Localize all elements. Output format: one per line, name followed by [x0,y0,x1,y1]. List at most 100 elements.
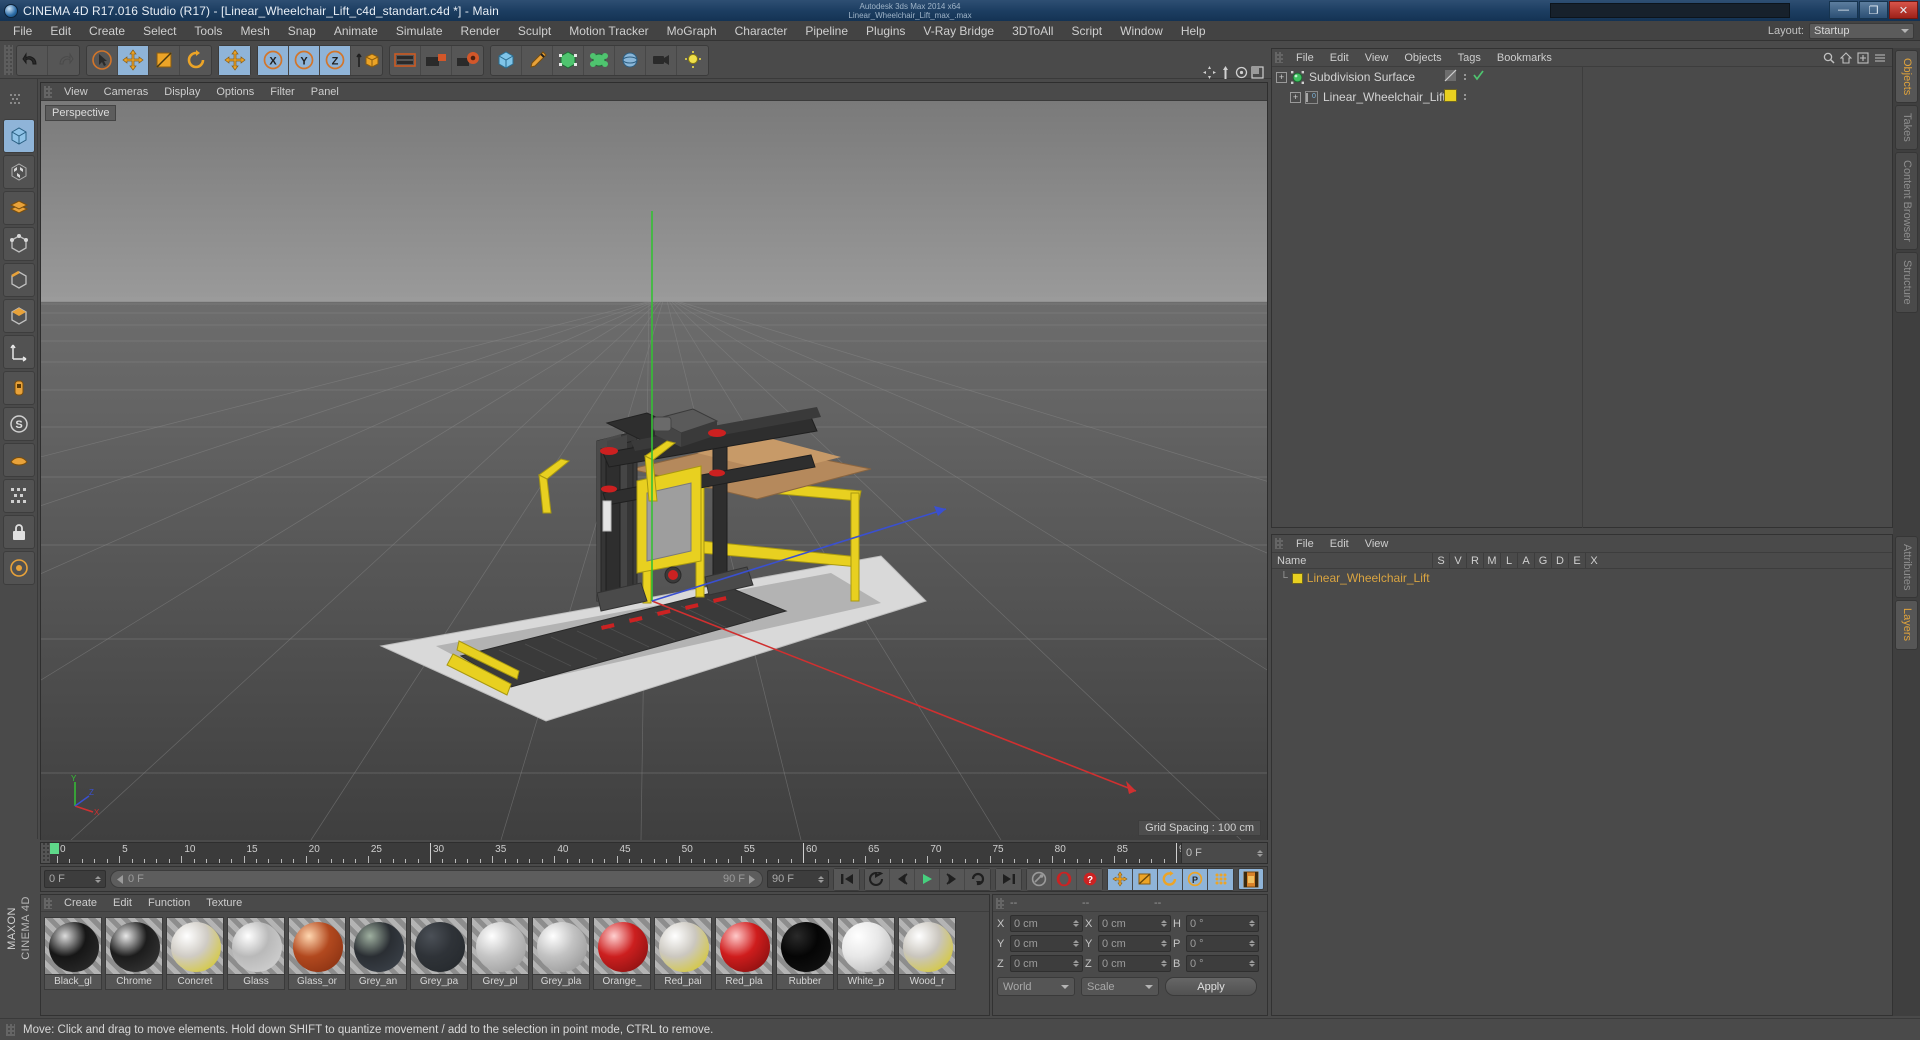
material-preview[interactable] [837,917,895,975]
current-frame-input[interactable]: 0 F [44,870,106,888]
live-selection-tool[interactable] [87,45,118,75]
menu-window[interactable]: Window [1111,22,1172,40]
pan-icon[interactable] [1203,66,1216,79]
coord-input-size-z[interactable]: 0 cm [1098,955,1171,972]
layer-menu-file[interactable]: File [1288,537,1322,551]
layer-column-m[interactable]: M [1483,552,1500,569]
material-preview[interactable] [166,917,224,975]
key-point-level-button[interactable] [1208,868,1233,890]
viewport-grip[interactable] [44,85,52,98]
menu-create[interactable]: Create [80,22,134,40]
material-item[interactable]: Chrome [105,917,163,990]
viewport-menu-display[interactable]: Display [156,85,208,99]
lock-x-axis-button[interactable]: X [258,45,289,75]
object-row[interactable]: + Subdivision Surface [1272,67,1582,87]
material-item[interactable]: Grey_pa [410,917,468,990]
viewport-menu-view[interactable]: View [56,85,96,99]
layer-menu-edit[interactable]: Edit [1322,537,1357,551]
object-material-swatch[interactable] [1444,89,1457,105]
close-button[interactable]: ✕ [1889,1,1918,19]
coord-input-position-z[interactable]: 0 cm [1010,955,1083,972]
rotate-tool[interactable] [180,46,211,75]
apply-button[interactable]: Apply [1165,977,1257,996]
render-view-button[interactable] [390,45,421,75]
status-grip[interactable] [6,1023,15,1036]
texture-mode-button[interactable] [2,155,35,189]
menu-file[interactable]: File [4,22,41,40]
edge-mode-button[interactable] [2,263,35,297]
material-preview[interactable] [532,917,590,975]
menu-snap[interactable]: Snap [279,22,325,40]
play-reverse-button[interactable] [865,868,890,890]
menu-animate[interactable]: Animate [325,22,387,40]
coord-spinner[interactable] [1249,940,1255,947]
object-manager-grip[interactable] [1275,52,1283,63]
coord-spinner[interactable] [1249,960,1255,967]
viewport-menu-options[interactable]: Options [208,85,262,99]
coord-spinner[interactable] [1073,920,1079,927]
go-to-end-button[interactable] [996,868,1021,890]
enable-axis-button[interactable] [2,371,35,405]
material-preview[interactable] [898,917,956,975]
layer-column-x[interactable]: X [1585,552,1602,569]
material-menu-create[interactable]: Create [56,896,105,910]
material-preview[interactable] [44,917,102,975]
layer-column-g[interactable]: G [1534,552,1551,569]
end-frame-spinner[interactable] [818,875,824,883]
background-search-field[interactable] [1550,3,1790,18]
menu-render[interactable]: Render [452,22,509,40]
expand-toggle-icon[interactable]: + [1276,71,1287,83]
quantize-button[interactable] [2,479,35,513]
viewport-solo-button[interactable] [2,551,35,585]
layer-column-r[interactable]: R [1466,552,1483,569]
material-preview[interactable] [593,917,651,975]
cube-primitive-button[interactable] [491,45,522,75]
camera-button[interactable] [646,45,677,75]
menu-plugins[interactable]: Plugins [857,22,914,40]
object-tree[interactable]: + Subdivision Surface +0 Linear_Wheelchair_… [1272,67,1583,528]
toolbar-grip[interactable] [4,45,13,75]
visibility-dots-icon[interactable] [1464,94,1466,100]
axis-mode-button[interactable] [2,335,35,369]
menu-mograph[interactable]: MoGraph [658,22,726,40]
end-frame-input[interactable]: 90 F [767,870,829,888]
coord-spinner[interactable] [1249,920,1255,927]
key-parametric-button[interactable]: P [1183,868,1208,890]
model-mode-button[interactable] [2,119,35,153]
coord-input-position-y[interactable]: 0 cm [1010,935,1083,952]
menu-help[interactable]: Help [1172,22,1215,40]
material-item[interactable]: Black_gl [44,917,102,990]
key-rotation-button[interactable] [1158,868,1183,890]
menu-select[interactable]: Select [134,22,185,40]
coord-spinner[interactable] [1161,960,1167,967]
material-grip[interactable] [44,897,52,909]
coordinate-system-dropdown[interactable]: World [997,977,1075,996]
material-item[interactable]: Wood_r [898,917,956,990]
layer-manager-grip[interactable] [1275,538,1283,549]
range-right-arrow-icon[interactable] [749,874,756,884]
null-object-icon[interactable]: 0 [1305,90,1318,104]
coordinate-mode-dropdown[interactable]: Scale [1081,977,1159,996]
perspective-viewport[interactable]: Perspective Grid Spacing : 100 cm Y X Z [41,101,1267,840]
vertical-tab-structure[interactable]: Structure [1895,251,1918,313]
world-object-coord-button[interactable] [351,46,382,75]
frame-spinner[interactable] [1257,849,1263,857]
layer-column-s[interactable]: S [1432,552,1449,569]
coord-spinner[interactable] [1073,940,1079,947]
material-item[interactable]: Rubber [776,917,834,990]
menu-motion-tracker[interactable]: Motion Tracker [560,22,657,40]
vertical-tab-objects[interactable]: Objects [1895,50,1918,104]
coord-input-rotation-p[interactable]: 0 ° [1186,935,1259,952]
autokeying-button[interactable] [1052,868,1077,890]
objmgr-menu-bookmarks[interactable]: Bookmarks [1489,51,1560,65]
step-back-button[interactable] [890,868,915,890]
material-preview[interactable] [471,917,529,975]
material-item[interactable]: Glass [227,917,285,990]
menu-sculpt[interactable]: Sculpt [509,22,560,40]
coord-spinner[interactable] [1161,920,1167,927]
material-item[interactable]: Concret [166,917,224,990]
polygon-face-mode-button[interactable] [2,299,35,333]
minimize-button[interactable]: — [1829,1,1858,19]
material-item[interactable]: Grey_pl [471,917,529,990]
move-tool-secondary[interactable] [219,45,250,75]
